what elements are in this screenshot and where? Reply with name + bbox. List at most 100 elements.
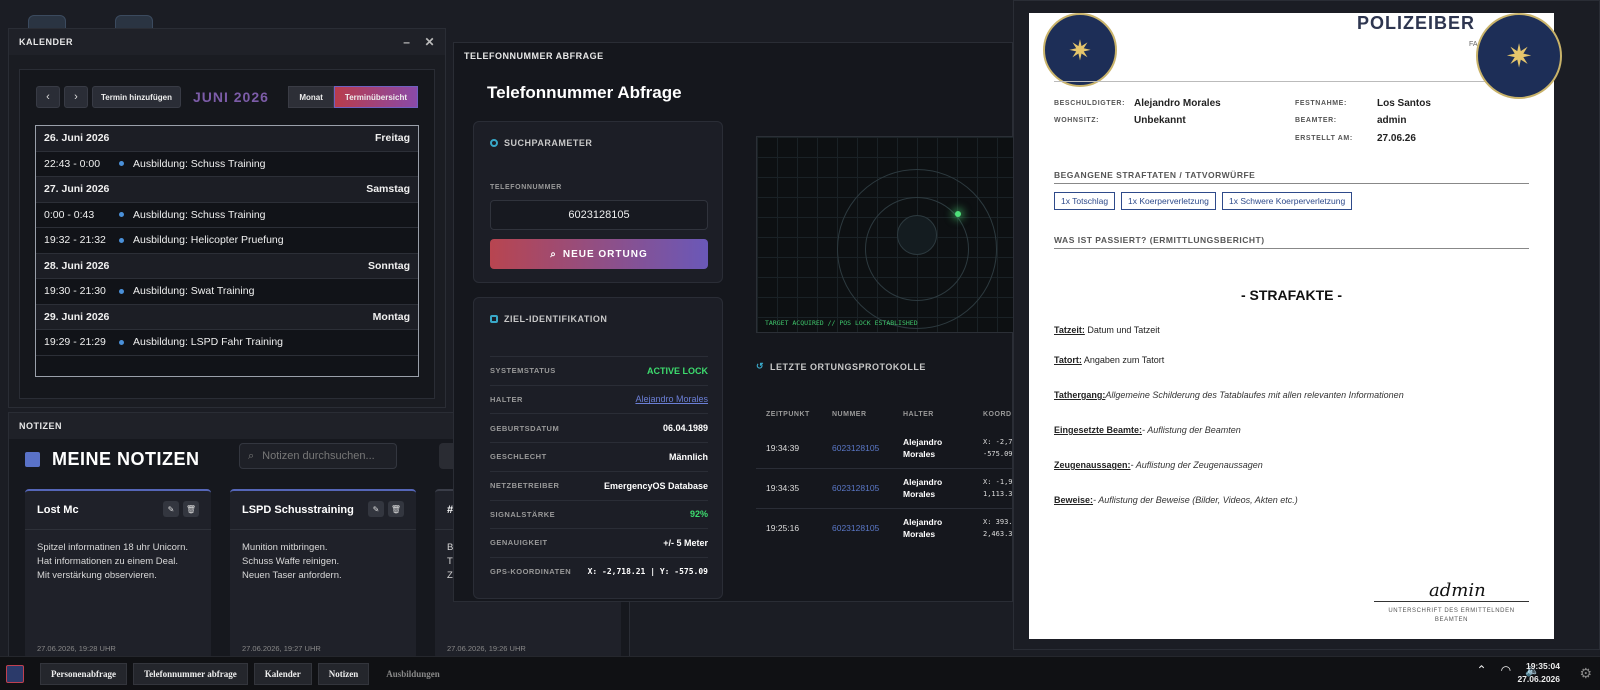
agenda-event[interactable]: 0:00 - 0:43 Ausbildung: Schuss Training [36, 203, 418, 228]
report-line: Tatzeit: Datum und Tatzeit [1054, 325, 1160, 335]
info-value[interactable]: Alejandro Morales [635, 394, 708, 404]
view-month-button[interactable]: Monat [288, 86, 334, 108]
event-time: 19:30 - 21:30 [44, 285, 106, 298]
agenda-event[interactable]: 19:32 - 21:32 Ausbildung: Helicopter Prue… [36, 228, 418, 254]
phone-titlebar[interactable]: TELEFONNUMMER ABFRAGE [454, 43, 1012, 69]
taskbar-item[interactable]: Notizen [317, 662, 370, 685]
edit-icon[interactable]: ✎ [163, 501, 179, 517]
log-number[interactable]: 6023128105 [832, 522, 879, 534]
event-title: Ausbildung: LSPD Fahr Training [133, 336, 283, 349]
note-card[interactable]: LSPD Schusstraining ✎ 🗑 Munition mitbringen… [230, 489, 416, 659]
taskbar-item[interactable]: Telefonnummer abfrage [133, 662, 248, 685]
day-weekday: Samstag [366, 183, 410, 196]
agenda-event[interactable]: 19:30 - 21:30 Ausbildung: Swat Training [36, 279, 418, 305]
note-date: 27.06.2026, 19:26 UHR [447, 644, 526, 653]
event-title: Ausbildung: Swat Training [133, 285, 255, 298]
info-key: GEBURTSDATUM [490, 423, 560, 433]
agenda-list: 26. Juni 2026 Freitag 22:43 - 0:00 Ausbildu… [35, 125, 419, 377]
log-time: 19:34:35 [766, 483, 800, 493]
info-value: X: -2,718.21 | Y: -575.09 [587, 567, 708, 577]
signature-label: UNTERSCHRIFT DES ERMITTELNDEN BEAMTEN [1388, 608, 1515, 623]
window-title: KALENDER [19, 37, 74, 47]
offense-tag: 1x Schwere Koerperverletzung [1222, 192, 1353, 210]
info-row: NETZBETREIBER EmergencyOS Database [490, 470, 708, 500]
log-holder: Alejandro Morales [903, 517, 943, 539]
taskbar-item[interactable]: Ausbildungen [375, 663, 451, 685]
report-line: Zeugenaussagen:- Auflistung der Zeugenau… [1054, 460, 1263, 470]
event-dot-icon [119, 237, 124, 243]
note-date: 27.06.2026, 19:27 UHR [242, 644, 321, 653]
note-body: Spitzel informatinen 18 uhr Unicorn. Hat… [37, 542, 189, 581]
notes-search-input[interactable]: ⌕ Notizen durchsuchen... [239, 443, 397, 469]
info-key: GESCHLECHT [490, 452, 547, 462]
log-time: 19:34:39 [766, 443, 800, 453]
agenda-day-header: 28. Juni 2026 Sonntag [36, 253, 418, 279]
note-title: LSPD Schusstraining [242, 504, 354, 516]
event-time: 19:29 - 21:29 [44, 336, 106, 349]
report-line-label: Tathergang: [1054, 390, 1106, 400]
info-value: Männlich [668, 451, 708, 462]
view-overview-button[interactable]: Terminübersicht [333, 86, 418, 108]
add-appointment-button[interactable]: Termin hinzufügen [92, 86, 181, 108]
minimize-icon[interactable]: – [403, 35, 410, 49]
info-key: NETZBETREIBER [490, 481, 560, 491]
chevron-up-icon[interactable]: ⌃ [1477, 663, 1487, 677]
log-holder: Alejandro Morales [903, 437, 943, 459]
calendar-titlebar[interactable]: KALENDER – ✕ [9, 29, 445, 55]
radar-map: TARGET ACQUIRED // POS LOCK ESTABLISHED [756, 136, 1016, 333]
trash-icon[interactable]: 🗑 [388, 501, 404, 517]
desktop: KALENDER – ✕ ‹ › Termin hinzufügen JUNI 2… [0, 0, 1600, 690]
signature: admin [1429, 580, 1486, 601]
search-icon: ⌕ [248, 449, 255, 462]
day-weekday: Sonntag [368, 259, 410, 272]
person-report-window: ✷ POLIZEIBER FA BESCHULDIGTER: Alejandro … [1013, 0, 1600, 650]
agenda-event[interactable]: 19:29 - 21:29 Ausbildung: LSPD Fahr Train… [36, 330, 418, 356]
info-row: HALTER Alejandro Morales [490, 384, 708, 414]
agenda-day-header: 29. Juni 2026 Montag [36, 304, 418, 330]
agenda-event[interactable]: 22:43 - 0:00 Ausbildung: Schuss Training [36, 152, 418, 177]
wifi-icon[interactable]: ◠ [1501, 663, 1511, 677]
day-date: 29. Juni 2026 [44, 310, 110, 323]
log-header: NUMMER [832, 411, 867, 418]
log-header: KOORD [983, 411, 1012, 418]
close-icon[interactable]: ✕ [424, 35, 435, 49]
edit-icon[interactable]: ✎ [368, 501, 384, 517]
note-date: 27.06.2026, 19:28 UHR [37, 644, 116, 653]
event-dot-icon [119, 212, 124, 218]
info-key: HALTER [490, 394, 523, 404]
prev-month-button[interactable]: ‹ [36, 86, 60, 108]
phone-number-input[interactable]: 6023128105 [490, 200, 708, 230]
event-dot-icon [119, 161, 124, 167]
search-panel: SUCHPARAMETER TELEFONNUMMER 6023128105 ⌕… [473, 121, 723, 283]
log-number[interactable]: 6023128105 [832, 442, 879, 454]
clock-time: 19:35:04 [1525, 661, 1560, 671]
taskbar-item[interactable]: Kalender [253, 662, 312, 685]
report-line: Tathergang:Allgemeine Schilderung des Ta… [1054, 390, 1404, 400]
gear-icon[interactable]: ⚙ [1579, 665, 1592, 682]
event-title: Ausbildung: Schuss Training [133, 157, 266, 170]
report-field-key: WOHNSITZ: [1054, 117, 1100, 124]
info-key: SIGNALSTÄRKE [490, 509, 556, 519]
info-key: GENAUIGKEIT [490, 538, 548, 548]
report-document: ✷ POLIZEIBER FA BESCHULDIGTER: Alejandro … [1029, 13, 1554, 639]
log-header: ZEITPUNKT [766, 411, 810, 418]
report-field-value: admin [1377, 115, 1407, 126]
info-value: +/- 5 Meter [663, 537, 708, 548]
info-row: SIGNALSTÄRKE 92% [490, 499, 708, 529]
agenda-day-header: 26. Juni 2026 Freitag [36, 126, 418, 152]
start-menu-icon[interactable] [6, 664, 24, 683]
report-line: Eingesetzte Beamte:- Auflistung der Beam… [1054, 425, 1241, 435]
trash-icon[interactable]: 🗑 [183, 501, 199, 517]
note-card[interactable]: Lost Mc ✎ 🗑 Spitzel informatinen 18 uhr Uni… [25, 489, 211, 659]
history-icon: ↺ [756, 361, 765, 371]
taskbar-item[interactable]: Personenabfrage [40, 662, 127, 685]
offense-tag: 1x Koerperverletzung [1121, 192, 1216, 210]
report-field-value: Alejandro Morales [1134, 98, 1221, 109]
info-value: ACTIVE LOCK [646, 365, 708, 376]
day-date: 28. Juni 2026 [44, 259, 110, 272]
locate-button[interactable]: ⌕ NEUE ORTUNG [490, 239, 708, 269]
next-month-button[interactable]: › [64, 86, 88, 108]
target-panel: ZIEL-IDENTIFIKATION SYSTEMSTATUS ACTIVE L… [473, 297, 723, 599]
taskbar: Personenabfrage Telefonnummer abfrage Kale… [0, 656, 1600, 690]
log-number[interactable]: 6023128105 [832, 482, 879, 494]
